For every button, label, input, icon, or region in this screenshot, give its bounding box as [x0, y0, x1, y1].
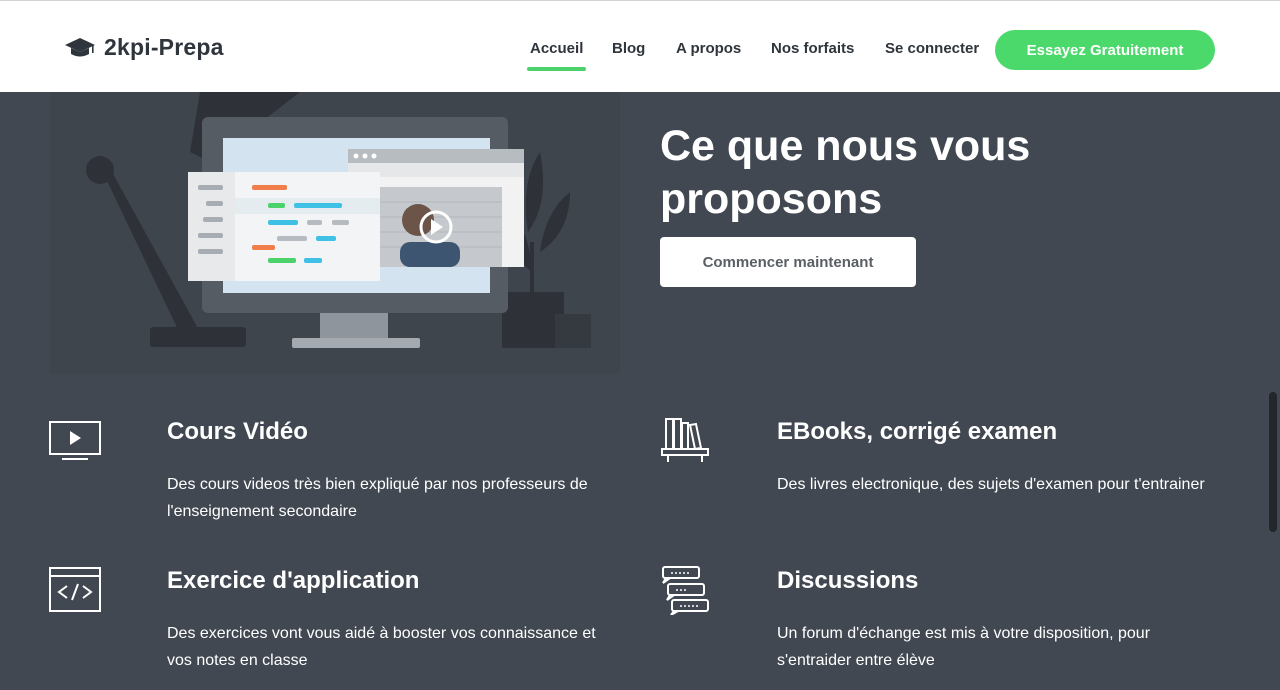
feature-desc-exercice: Des exercices vont vous aidé à booster v… — [167, 625, 596, 669]
active-nav-indicator — [527, 67, 586, 71]
feature-title-cours-video: Cours Vidéo — [167, 418, 308, 445]
brand-name: 2kpi-Prepa — [104, 34, 224, 60]
feature-desc-ebooks: Des livres electronique, des sujets d'ex… — [777, 476, 1205, 493]
nav-se-connecter[interactable]: Se connecter — [885, 40, 979, 57]
nav-accueil[interactable]: Accueil — [530, 40, 583, 57]
try-free-button[interactable]: Essayez Gratuitement — [995, 30, 1215, 70]
feature-desc-discussions: Un forum d'échange est mis à votre dispo… — [777, 625, 1151, 669]
hero-title: Ce que nous vous proposons — [660, 122, 1031, 223]
nav-blog[interactable]: Blog — [612, 40, 645, 57]
chat-bubbles-icon — [662, 566, 709, 615]
page-scrollbar-thumb[interactable] — [1269, 392, 1277, 532]
feature-title-exercice: Exercice d'application — [167, 567, 420, 594]
code-window-icon — [49, 567, 101, 612]
brand-logo[interactable]: 2kpi-Prepa — [64, 34, 224, 61]
feature-desc-cours-video: Des cours videos très bien expliqué par … — [167, 476, 588, 520]
video-screen-icon — [49, 421, 101, 460]
start-now-button[interactable]: Commencer maintenant — [660, 237, 916, 287]
bookshelf-icon — [661, 418, 709, 462]
hero-illustration — [50, 92, 620, 374]
nav-a-propos[interactable]: A propos — [676, 40, 741, 57]
top-navbar: 2kpi-Prepa Accueil Blog A propos Nos for… — [0, 0, 1280, 92]
graduation-cap-icon — [65, 37, 95, 56]
feature-title-ebooks: EBooks, corrigé examen — [777, 418, 1058, 445]
nav-nos-forfaits[interactable]: Nos forfaits — [771, 40, 854, 57]
feature-title-discussions: Discussions — [777, 567, 919, 594]
